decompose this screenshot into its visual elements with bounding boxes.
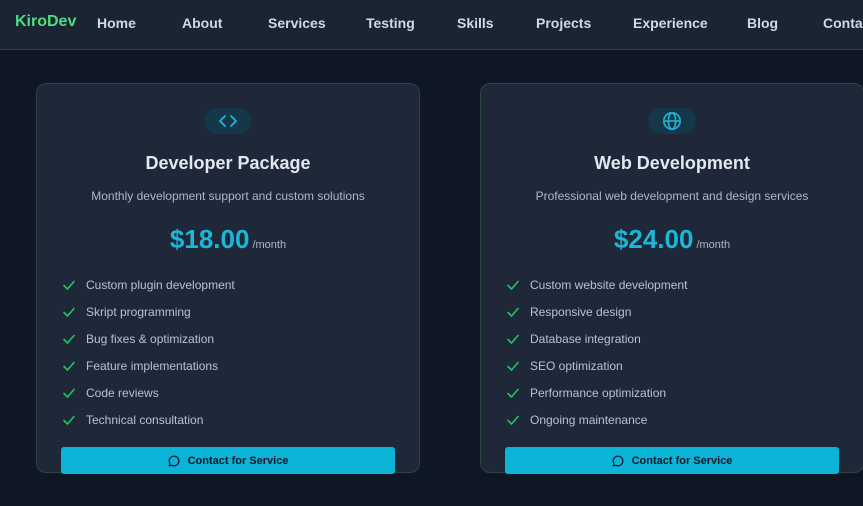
price-period: /month <box>696 239 731 251</box>
feature-item: Performance optimization <box>506 379 687 406</box>
code-icon <box>204 108 252 134</box>
check-icon <box>507 334 519 344</box>
check-icon <box>63 307 75 317</box>
feature-item: Custom plugin development <box>62 271 235 298</box>
button-label: Contact for Service <box>631 454 733 467</box>
price-row: $18.00/month <box>37 224 419 255</box>
feature-label: Database integration <box>530 331 641 346</box>
nav-experience[interactable]: Experience <box>633 15 708 31</box>
feature-item: Database integration <box>506 325 687 352</box>
feature-item: Ongoing maintenance <box>506 406 687 433</box>
card-description: Monthly development support and custom s… <box>91 189 365 203</box>
card-description: Professional web development and design … <box>535 189 809 203</box>
feature-label: Bug fixes & optimization <box>86 331 215 346</box>
check-icon <box>507 415 519 425</box>
check-icon <box>63 334 75 344</box>
check-icon <box>63 415 75 425</box>
feature-label: Performance optimization <box>530 385 667 400</box>
check-icon <box>507 361 519 371</box>
feature-label: Feature implementations <box>86 358 219 373</box>
feature-item: Custom website development <box>506 271 687 298</box>
feature-label: Custom plugin development <box>86 277 235 292</box>
feature-item: SEO optimization <box>506 352 687 379</box>
contact-for-service-button[interactable]: Contact for Service <box>505 447 839 474</box>
check-icon <box>63 388 75 398</box>
check-icon <box>507 280 519 290</box>
nav-skills[interactable]: Skills <box>457 15 494 31</box>
nav-about[interactable]: About <box>182 15 222 31</box>
feature-item: Bug fixes & optimization <box>62 325 235 352</box>
feature-item: Feature implementations <box>62 352 235 379</box>
card-title: Web Development <box>594 153 750 173</box>
nav-contact[interactable]: Contact <box>823 15 863 31</box>
feature-item: Code reviews <box>62 379 235 406</box>
check-icon <box>507 388 519 398</box>
message-circle-icon <box>612 455 623 466</box>
feature-list: Custom plugin development Skript program… <box>62 271 235 433</box>
brand-logo[interactable]: KiroDev <box>15 13 76 31</box>
feature-item: Responsive design <box>506 298 687 325</box>
feature-item: Skript programming <box>62 298 235 325</box>
nav-blog[interactable]: Blog <box>747 15 778 31</box>
message-circle-icon <box>168 455 179 466</box>
feature-label: SEO optimization <box>530 358 623 373</box>
feature-label: Code reviews <box>86 385 159 400</box>
check-icon <box>507 307 519 317</box>
navbar: KiroDev Home About Services Testing Skil… <box>0 0 863 50</box>
globe-icon <box>648 108 696 134</box>
contact-for-service-button[interactable]: Contact for Service <box>61 447 395 474</box>
nav-projects[interactable]: Projects <box>536 15 591 31</box>
button-label: Contact for Service <box>187 454 289 467</box>
service-card-developer-package: Developer Package Monthly development su… <box>36 83 420 474</box>
feature-label: Technical consultation <box>86 412 204 427</box>
nav-services[interactable]: Services <box>268 15 326 31</box>
feature-item: Technical consultation <box>62 406 235 433</box>
service-card-web-development: Web Development Professional web develop… <box>480 83 863 474</box>
feature-label: Ongoing maintenance <box>530 412 648 427</box>
feature-label: Responsive design <box>530 304 632 319</box>
price-row: $24.00/month <box>481 224 863 255</box>
feature-list: Custom website development Responsive de… <box>506 271 687 433</box>
feature-label: Custom website development <box>530 277 688 292</box>
card-title: Developer Package <box>145 153 311 173</box>
check-icon <box>63 280 75 290</box>
price: $18.00 <box>169 224 250 254</box>
feature-label: Skript programming <box>86 304 191 319</box>
price-period: /month <box>252 239 287 251</box>
check-icon <box>63 361 75 371</box>
price: $24.00 <box>613 224 694 254</box>
nav-home[interactable]: Home <box>97 15 136 31</box>
nav-testing[interactable]: Testing <box>366 15 415 31</box>
